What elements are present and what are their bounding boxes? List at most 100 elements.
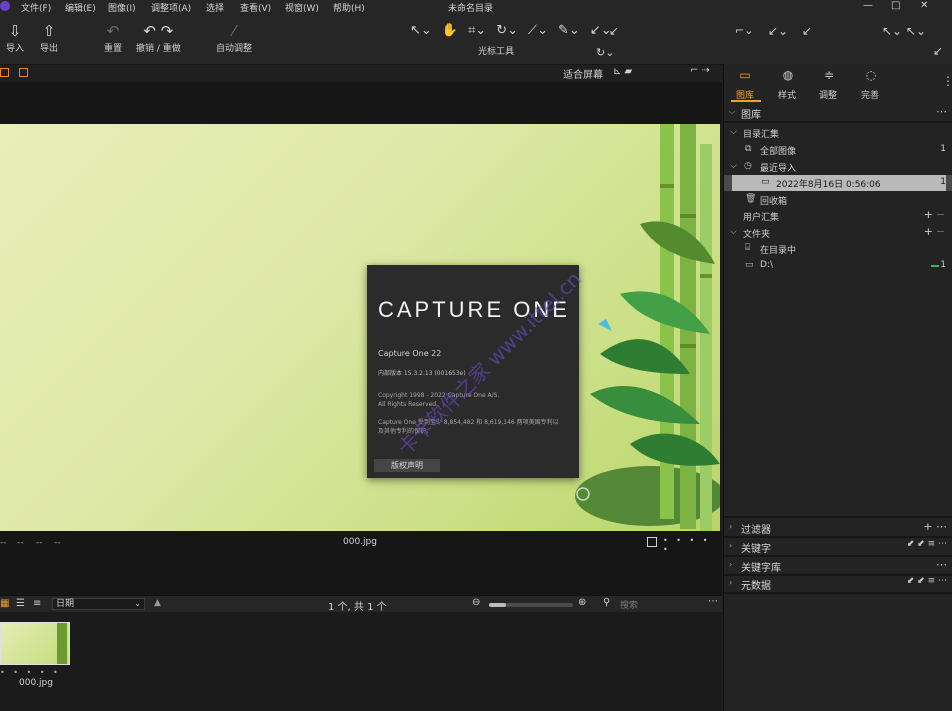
menu-image[interactable]: 图像(I) xyxy=(108,1,136,14)
list-item-drive[interactable]: ▭ D:\ 1 xyxy=(724,258,952,274)
menu-bar: 文件(F) 编辑(E) 图像(I) 调整项(A) 选择 查看(V) 视窗(W) … xyxy=(0,0,952,14)
app-logo-icon xyxy=(0,1,10,11)
reset-button[interactable]: ↶ 重置 xyxy=(104,22,122,54)
keyword-library-section-header[interactable]: › 关键字库 ⋯ xyxy=(724,558,952,574)
library-section-header[interactable]: ⌵ 图库 ⋯ xyxy=(724,105,952,121)
refine-tab-icon[interactable]: ◌ xyxy=(864,68,878,82)
pan-hand-icon[interactable]: ✋ xyxy=(442,23,458,38)
import-button[interactable]: ⇩ 导入 xyxy=(6,22,24,54)
minimize-button[interactable]: — xyxy=(863,0,873,11)
folders-header[interactable]: ⌵ 文件夹 + − xyxy=(724,225,952,241)
section-more-icon[interactable]: ⋯ xyxy=(936,105,947,118)
search-icon[interactable]: ⚲ xyxy=(603,597,610,608)
paste-adjust-icon[interactable]: ↙ xyxy=(802,24,812,38)
search-input[interactable]: 搜索 xyxy=(620,598,638,611)
keywords-section-header[interactable]: › 关键字 ⬋ ⬋ ≡ ⋯ xyxy=(724,539,952,555)
list-item-all-images[interactable]: ⧉ 全部图像 1 xyxy=(724,142,952,158)
slider-fill xyxy=(489,603,506,607)
list-view-icon[interactable]: ☰ xyxy=(16,598,25,609)
chevron-right-icon: › xyxy=(729,522,733,531)
export-icon: ⇧ xyxy=(42,22,56,40)
select-cursor-icon[interactable]: ↖⌄ xyxy=(410,23,432,38)
image-viewer[interactable] xyxy=(0,124,720,531)
viewer-mode-icon[interactable] xyxy=(19,68,28,77)
list-item-trash[interactable]: 🗑 回收箱 xyxy=(724,192,952,208)
export-button[interactable]: ⇧ 导出 xyxy=(40,22,58,54)
remove-icon[interactable]: − xyxy=(936,225,945,238)
apply-arrow-icon[interactable]: ↙ xyxy=(609,24,619,38)
viewer-filename: 000.jpg xyxy=(343,537,377,547)
reset-icon: ↶ xyxy=(106,22,120,40)
build-text: 内部版本 15.3.2.13 (001653e) xyxy=(378,370,466,377)
proof-icon[interactable]: ⊾ ▰ xyxy=(613,66,632,77)
panel-more-icon[interactable]: ⋮ xyxy=(942,74,952,88)
import-icon: ⇩ xyxy=(8,22,22,40)
zoom-out-icon[interactable]: ⊖ xyxy=(472,597,480,608)
zoom-in-icon[interactable]: ⊕ xyxy=(578,597,586,608)
close-button[interactable]: ✕ xyxy=(920,0,928,11)
select-checkbox[interactable] xyxy=(647,537,657,547)
grid-view-icon[interactable]: ▦ xyxy=(0,598,9,609)
rating-dots[interactable]: • • • • • xyxy=(663,536,722,554)
eyedropper-icon[interactable]: ✎⌄ xyxy=(558,23,580,38)
copy-adjust-icon[interactable]: ↙⌄ xyxy=(768,24,788,38)
tab-styles[interactable]: 样式 xyxy=(778,88,796,101)
chevron-down-icon: ⌄ xyxy=(134,599,141,608)
metadata-section-header[interactable]: › 元数据 ⬋ ⬋ ≡ ⋯ xyxy=(724,576,952,592)
adjust-tab-icon[interactable]: ≑ xyxy=(822,68,836,82)
more-icon[interactable]: ⋯ xyxy=(708,596,718,607)
keystone-icon[interactable]: ⟋⌄ xyxy=(528,23,548,38)
menu-view[interactable]: 查看(V) xyxy=(240,1,271,14)
undo-redo-button[interactable]: ↶ ↷ 撤销 / 重做 xyxy=(136,22,181,54)
thumbnail[interactable] xyxy=(0,622,70,665)
metadata-tools-icon[interactable]: ⬋ ⬋ ≡ ⋯ xyxy=(907,576,947,586)
fit-screen-label[interactable]: 适合屏幕 xyxy=(563,66,603,81)
list-item-recent-imports[interactable]: ⌵ ◷ 最近导入 xyxy=(724,159,952,175)
sort-select[interactable]: 日期 ⌄ xyxy=(52,598,145,610)
compare-icon[interactable]: ⌐⌄ xyxy=(735,24,753,37)
add-icon[interactable]: + xyxy=(924,208,933,221)
tab-refine[interactable]: 完善 xyxy=(861,88,879,101)
menu-adjustments[interactable]: 调整项(A) xyxy=(151,1,191,14)
filters-section-header[interactable]: › 过滤器 + ⋯ xyxy=(724,520,952,536)
menu-file[interactable]: 文件(F) xyxy=(21,1,51,14)
catalog-collections-header[interactable]: ⌵ 目录汇集 xyxy=(724,125,952,141)
filters-tools-icon[interactable]: + ⋯ xyxy=(923,520,947,533)
thumbnail-rating[interactable]: • • • • • xyxy=(0,668,61,677)
keywords-tools-icon[interactable]: ⬋ ⬋ ≡ ⋯ xyxy=(907,539,947,549)
menu-window[interactable]: 视窗(W) xyxy=(285,1,319,14)
thumbnail-name: 000.jpg xyxy=(19,678,53,688)
menu-help[interactable]: 帮助(H) xyxy=(333,1,365,14)
book-icon: ⌸ xyxy=(745,243,751,253)
menu-edit[interactable]: 编辑(E) xyxy=(65,1,96,14)
rotate-icon[interactable]: ↻⌄ xyxy=(496,23,518,38)
maximize-button[interactable]: □ xyxy=(891,0,900,11)
list-item-in-catalog[interactable]: ⌸ 在目录中 xyxy=(724,241,952,257)
cursor-select-icon[interactable]: ↖⌄ ↖⌄ xyxy=(882,24,926,38)
chevron-down-icon: ⌵ xyxy=(730,161,737,171)
styles-tab-icon[interactable]: ◍ xyxy=(781,68,795,82)
window-title: 未命名目录 xyxy=(448,4,494,14)
copyright-button[interactable]: 版权声明 xyxy=(374,459,440,472)
chevron-down-icon: ⌵ xyxy=(729,107,736,116)
filmstrip-view-icon[interactable]: ≡ xyxy=(33,598,41,609)
rotate-small-icon[interactable]: ↻⌄ xyxy=(596,46,614,59)
drive-icon: ▭ xyxy=(745,260,754,270)
crop-icon[interactable]: ⌗⌄ xyxy=(468,23,486,38)
viewer-options-icon[interactable]: ⌐ ⇢ xyxy=(690,65,710,76)
viewer-info-bar: -- -- -- -- 000.jpg • • • • • xyxy=(0,531,722,595)
add-icon[interactable]: + xyxy=(924,225,933,238)
image-browser: • • • • • 000.jpg xyxy=(0,612,722,711)
list-item-recent-import-date[interactable]: ▭ 2022年8月16日 0:56:06 1 xyxy=(724,175,952,191)
tab-adjust[interactable]: 调整 xyxy=(819,88,837,101)
keyword-library-more-icon[interactable]: ⋯ xyxy=(936,558,947,571)
sort-direction-icon[interactable]: ▲ xyxy=(154,598,161,608)
grid-icon[interactable] xyxy=(0,68,9,77)
library-tab-icon[interactable]: ▭ xyxy=(738,68,752,82)
user-collections-header[interactable]: 用户汇集 + − xyxy=(724,208,952,224)
menu-select[interactable]: 选择 xyxy=(206,1,224,14)
remove-icon[interactable]: − xyxy=(936,208,945,221)
auto-adjust-button[interactable]: ⁄ 自动调整 xyxy=(216,22,252,54)
thumbnail-size-slider[interactable] xyxy=(489,603,573,607)
panel-arrow-icon[interactable]: ↙ xyxy=(933,44,943,58)
